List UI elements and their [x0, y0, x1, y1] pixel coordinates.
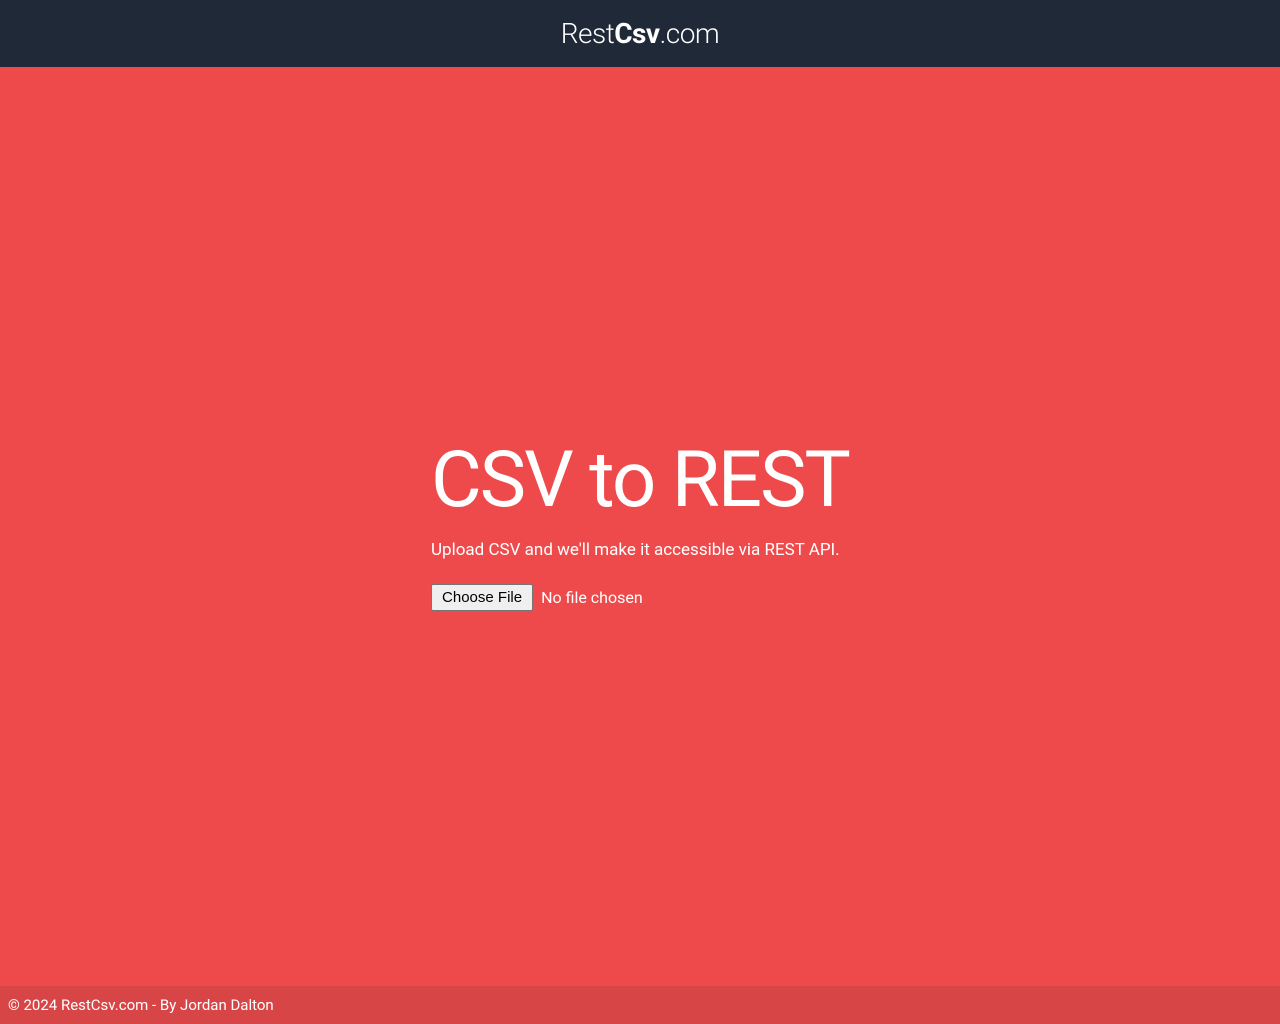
logo-text-csv: Csv: [614, 17, 659, 50]
hero-section: CSV to REST Upload CSV and we'll make it…: [431, 442, 849, 611]
logo-text-rest: Rest: [561, 17, 614, 50]
file-status-text: No file chosen: [541, 588, 643, 607]
main-content: CSV to REST Upload CSV and we'll make it…: [0, 67, 1280, 986]
hero-subtitle: Upload CSV and we'll make it accessible …: [431, 540, 849, 560]
file-input-wrapper: Choose File No file chosen: [431, 584, 849, 611]
hero-title: CSV to REST: [431, 442, 849, 520]
logo[interactable]: RestCsv.com: [561, 17, 720, 50]
logo-text-dotcom: .com: [660, 17, 720, 50]
copyright-text: © 2024 RestCsv.com - By Jordan Dalton: [8, 996, 274, 1014]
footer: © 2024 RestCsv.com - By Jordan Dalton: [0, 986, 1280, 1024]
choose-file-button[interactable]: Choose File: [431, 584, 533, 611]
header: RestCsv.com: [0, 0, 1280, 67]
